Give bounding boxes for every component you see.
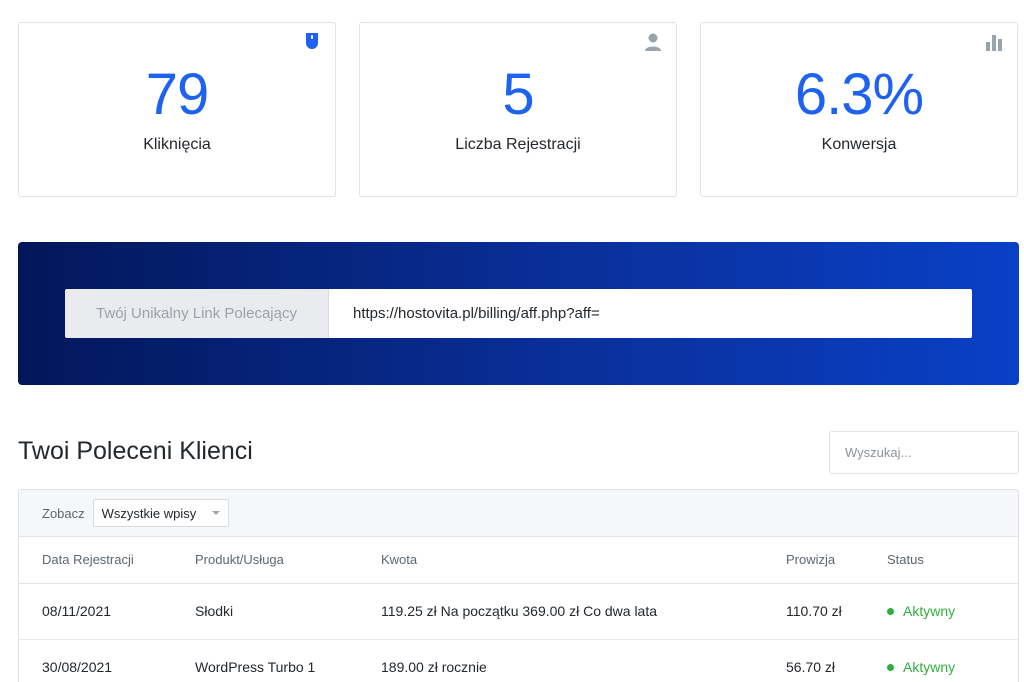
column-header-commission[interactable]: Prowizja xyxy=(786,537,887,584)
column-header-status[interactable]: Status xyxy=(887,537,1018,584)
bar-chart-icon xyxy=(986,35,1002,51)
status-text: Aktywny xyxy=(903,603,956,619)
chevron-down-icon xyxy=(212,511,221,515)
clients-table: Data Rejestracji Produkt/Usługa Kwota Pr… xyxy=(19,537,1018,682)
cell-amount: 189.00 zł rocznie xyxy=(381,639,786,682)
mouse-icon xyxy=(306,33,318,49)
cell-commission: 110.70 zł xyxy=(786,583,887,640)
search-input[interactable] xyxy=(829,431,1019,474)
user-icon xyxy=(645,33,661,51)
status-text: Aktywny xyxy=(903,659,956,675)
table-toolbar: Zobacz Wszystkie wpisy xyxy=(19,490,1018,537)
referral-link-label: Twój Unikalny Link Polecający xyxy=(65,289,329,338)
cell-product: Słodki xyxy=(195,583,381,640)
show-entries-select[interactable]: Wszystkie wpisy xyxy=(92,499,230,527)
column-header-date[interactable]: Data Rejestracji xyxy=(19,537,195,584)
cell-product: WordPress Turbo 1 xyxy=(195,639,381,682)
table-row[interactable]: 30/08/2021 WordPress Turbo 1 189.00 zł r… xyxy=(19,639,1018,682)
clients-table-panel: Zobacz Wszystkie wpisy Data Rejestracji … xyxy=(18,489,1019,682)
column-header-product[interactable]: Produkt/Usługa xyxy=(195,537,381,584)
stats-row: 79 Kliknięcia 5 Liczba Rejestracji 6.3% … xyxy=(18,22,1019,197)
section-title: Twoi Poleceni Klienci xyxy=(18,437,253,465)
status-dot-icon xyxy=(887,607,894,615)
stat-value-registrations: 5 xyxy=(502,62,534,127)
cell-date: 30/08/2021 xyxy=(19,639,195,682)
cell-status: Aktywny xyxy=(887,583,1018,640)
stat-label-registrations: Liczba Rejestracji xyxy=(455,136,581,153)
table-row[interactable]: 08/11/2021 Słodki 119.25 zł Na początku … xyxy=(19,583,1018,640)
cell-commission: 56.70 zł xyxy=(786,639,887,682)
referral-link-field[interactable] xyxy=(329,289,972,338)
stat-card-conversion: 6.3% Konwersja xyxy=(700,22,1018,197)
referral-link-panel: Twój Unikalny Link Polecający xyxy=(18,242,1019,385)
status-badge: Aktywny xyxy=(887,659,1018,675)
referral-link-group: Twój Unikalny Link Polecający xyxy=(65,289,972,338)
column-header-amount[interactable]: Kwota xyxy=(381,537,786,584)
status-badge: Aktywny xyxy=(887,603,1018,619)
stat-value-clicks: 79 xyxy=(145,62,210,127)
stat-label-clicks: Kliknięcia xyxy=(143,136,211,153)
stat-label-conversion: Konwersja xyxy=(821,136,897,153)
show-entries-value: Wszystkie wpisy xyxy=(101,505,197,521)
stat-card-registrations: 5 Liczba Rejestracji xyxy=(359,22,677,197)
stat-value-conversion: 6.3% xyxy=(794,62,924,127)
status-dot-icon xyxy=(887,663,894,671)
table-header-row: Data Rejestracji Produkt/Usługa Kwota Pr… xyxy=(19,537,1018,584)
stat-card-clicks: 79 Kliknięcia xyxy=(18,22,336,197)
show-entries-label: Zobacz xyxy=(42,505,85,521)
cell-status: Aktywny xyxy=(887,639,1018,682)
cell-date: 08/11/2021 xyxy=(19,583,195,640)
cell-amount: 119.25 zł Na początku 369.00 zł Co dwa l… xyxy=(381,583,786,640)
